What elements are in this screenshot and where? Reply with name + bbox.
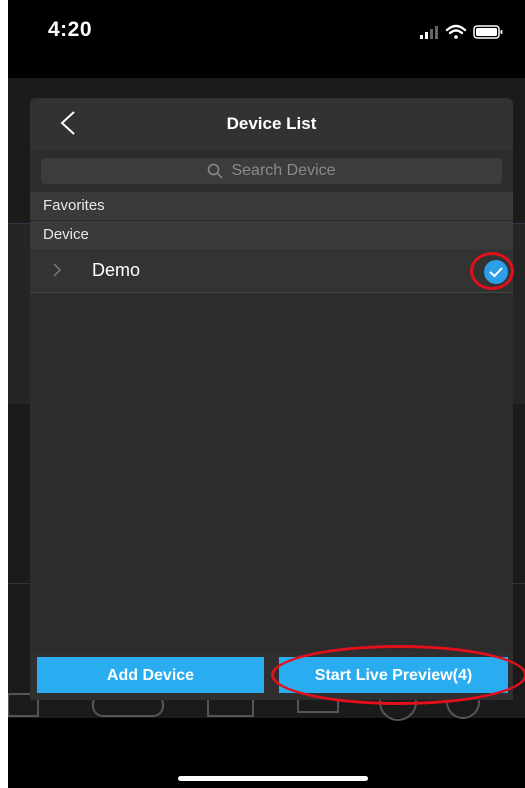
battery-icon xyxy=(473,25,503,39)
start-live-preview-button[interactable]: Start Live Preview(4) xyxy=(279,657,508,693)
group-header-device[interactable]: Device xyxy=(30,221,513,249)
dialog-title: Device List xyxy=(226,114,317,133)
signal-icon xyxy=(420,26,438,39)
status-bar: 4:20 xyxy=(8,0,525,60)
chevron-right-icon[interactable] xyxy=(52,262,62,278)
device-item-demo[interactable]: Demo xyxy=(30,249,513,293)
group-label: Favorites xyxy=(43,197,105,214)
dialog-header: Device List xyxy=(30,98,513,150)
group-header-favorites[interactable]: Favorites xyxy=(30,192,513,221)
phone-screen: 4:20 Device List Search Device Favorites… xyxy=(8,0,525,788)
device-label: Demo xyxy=(92,260,141,280)
search-input[interactable] xyxy=(41,158,506,186)
home-indicator[interactable] xyxy=(178,776,368,781)
wifi-icon xyxy=(445,24,467,39)
search-field[interactable]: Search Device xyxy=(41,158,506,186)
device-list-dialog: Device List Search Device Favorites Devi… xyxy=(30,98,514,700)
group-label: Device xyxy=(43,226,89,243)
status-time: 4:20 xyxy=(48,18,93,41)
bottom-button-bar: Add Device Start Live Preview(4) xyxy=(30,651,513,700)
checkmark-icon[interactable] xyxy=(484,260,508,284)
status-icons xyxy=(420,24,503,39)
add-device-button[interactable]: Add Device xyxy=(37,657,264,693)
